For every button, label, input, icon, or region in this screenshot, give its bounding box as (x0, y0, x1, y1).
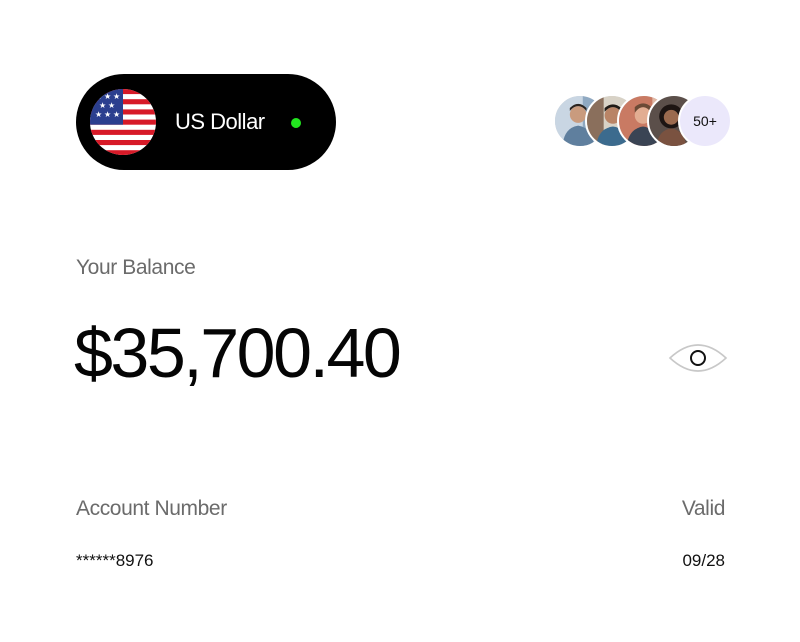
toggle-balance-visibility-button[interactable] (668, 338, 728, 378)
svg-text:★: ★ (95, 92, 102, 101)
currency-label: US Dollar (175, 109, 265, 134)
balance-card: ★ ★ ★ ★ ★ ★ ★ ★ US Dollar 50+ Your Balan… (0, 0, 800, 642)
balance-label: Your Balance (76, 256, 196, 279)
member-avatars[interactable]: 50+ (553, 94, 733, 148)
more-members-badge[interactable]: 50+ (678, 94, 732, 148)
svg-text:★: ★ (113, 92, 120, 101)
account-number-label: Account Number (76, 497, 227, 520)
status-indicator (291, 118, 301, 128)
balance-amount: $35,700.40 (74, 314, 402, 392)
svg-text:★: ★ (108, 101, 115, 110)
us-flag-icon: ★ ★ ★ ★ ★ ★ ★ ★ (90, 89, 156, 155)
valid-label: Valid (681, 497, 726, 520)
eye-icon (668, 344, 728, 372)
svg-text:★: ★ (104, 110, 111, 119)
svg-text:★: ★ (99, 101, 106, 110)
svg-text:★: ★ (104, 92, 111, 101)
valid-date-value: 09/28 (682, 551, 725, 570)
svg-text:★: ★ (95, 110, 102, 119)
svg-text:★: ★ (113, 110, 120, 119)
account-number-value: ******8976 (76, 551, 154, 570)
currency-selector[interactable]: ★ ★ ★ ★ ★ ★ ★ ★ US Dollar (76, 74, 336, 170)
